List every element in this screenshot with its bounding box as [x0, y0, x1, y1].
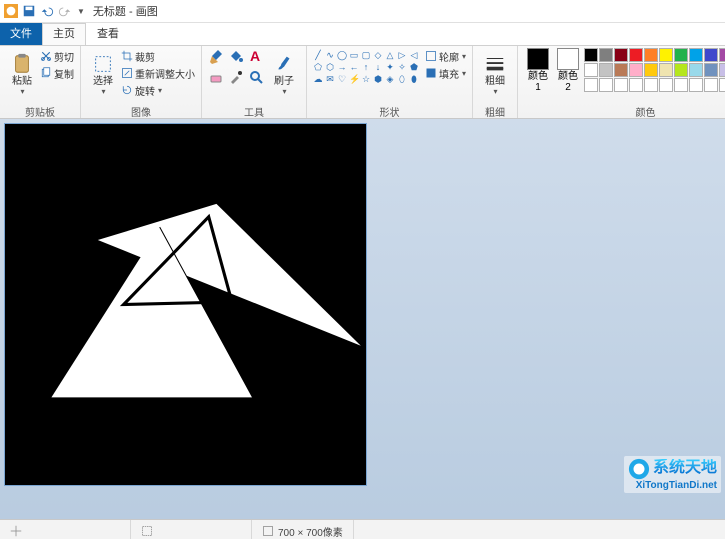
- status-bar: 700 × 700像素: [0, 519, 725, 539]
- tab-home[interactable]: 主页: [42, 23, 86, 45]
- status-canvas-size: 700 × 700像素: [252, 520, 354, 539]
- picker-tool-icon[interactable]: [228, 69, 246, 88]
- color-swatch[interactable]: [629, 63, 643, 77]
- drawing-canvas[interactable]: [4, 123, 367, 486]
- app-icon: [4, 4, 18, 18]
- paste-button[interactable]: 粘贴▾: [6, 48, 38, 102]
- undo-icon[interactable]: [40, 4, 54, 18]
- color-swatch[interactable]: [674, 78, 688, 92]
- status-cursor-pos: [0, 520, 131, 539]
- color-swatch[interactable]: [689, 78, 703, 92]
- color-swatch[interactable]: [719, 63, 725, 77]
- color-swatch[interactable]: [644, 78, 658, 92]
- color-swatch[interactable]: [644, 63, 658, 77]
- color-swatch[interactable]: [659, 63, 673, 77]
- color-swatch[interactable]: [689, 63, 703, 77]
- ribbon-tabs: 文件 主页 查看: [0, 23, 725, 46]
- group-label-colors: 颜色: [524, 104, 725, 116]
- canvas-area: 系统天地 XiTongTianDi.net: [0, 119, 725, 519]
- group-image: 选择▾ 裁剪 重新调整大小 旋转▾ 图像: [81, 46, 202, 118]
- shape-fill-button[interactable]: 填充▾: [425, 65, 466, 81]
- status-selection-size: [131, 520, 252, 539]
- color-swatch[interactable]: [644, 48, 658, 62]
- color-swatch[interactable]: [659, 78, 673, 92]
- shape-outline-button[interactable]: 轮廓▾: [425, 48, 466, 64]
- color-swatch[interactable]: [629, 48, 643, 62]
- color-swatch[interactable]: [704, 63, 718, 77]
- watermark: 系统天地 XiTongTianDi.net: [624, 456, 721, 493]
- color-swatch[interactable]: [704, 48, 718, 62]
- tab-file[interactable]: 文件: [0, 23, 42, 45]
- cut-button[interactable]: 剪切: [40, 48, 74, 64]
- thickness-button[interactable]: 粗细▾: [479, 48, 511, 102]
- ribbon: 粘贴▾ 剪切 复制 剪贴板 选择▾ 裁剪 重新调整大小 旋转▾ 图像: [0, 46, 725, 119]
- color-swatch[interactable]: [614, 63, 628, 77]
- color-swatch[interactable]: [584, 48, 598, 62]
- palette-row-2[interactable]: [584, 63, 725, 77]
- redo-icon[interactable]: [58, 4, 72, 18]
- group-label-shapes: 形状: [313, 104, 466, 116]
- group-thickness: 粗细▾ 粗细: [473, 46, 518, 118]
- color-swatch[interactable]: [614, 48, 628, 62]
- color-swatch[interactable]: [689, 48, 703, 62]
- group-label-clipboard: 剪贴板: [6, 104, 74, 116]
- color-swatch[interactable]: [719, 78, 725, 92]
- color1-button[interactable]: 颜色 1: [524, 48, 552, 93]
- palette-row-3[interactable]: [584, 78, 725, 92]
- color-swatch[interactable]: [629, 78, 643, 92]
- color2-button[interactable]: 颜色 2: [554, 48, 582, 93]
- color-swatch[interactable]: [659, 48, 673, 62]
- color-swatch[interactable]: [704, 78, 718, 92]
- color-swatch[interactable]: [584, 78, 598, 92]
- crop-button[interactable]: 裁剪: [121, 48, 195, 64]
- copy-button[interactable]: 复制: [40, 65, 74, 81]
- color-swatch[interactable]: [674, 48, 688, 62]
- window-title: 无标题 - 画图: [93, 3, 158, 19]
- svg-text:A: A: [250, 48, 260, 64]
- magnifier-tool-icon[interactable]: [248, 69, 266, 88]
- rotate-button[interactable]: 旋转▾: [121, 82, 195, 98]
- group-clipboard: 粘贴▾ 剪切 复制 剪贴板: [0, 46, 81, 118]
- color-swatch[interactable]: [599, 78, 613, 92]
- group-label-tools: 工具: [208, 104, 300, 116]
- palette-row-1[interactable]: [584, 48, 725, 62]
- group-shapes: ╱∿◯▭▢◇△▷◁ ⬠⬡→←↑↓✦✧⬟ ☁✉♡⚡☆⬢◈⬯⬮ 轮廓▾ 填充▾ 形状: [307, 46, 473, 118]
- tab-view[interactable]: 查看: [86, 23, 130, 45]
- eraser-tool-icon[interactable]: [208, 69, 226, 88]
- color-swatch[interactable]: [584, 63, 598, 77]
- resize-button[interactable]: 重新调整大小: [121, 65, 195, 81]
- group-label-thickness: 粗细: [479, 104, 511, 116]
- qat-dropdown-icon[interactable]: ▼: [77, 7, 85, 16]
- title-bar: ▼ 无标题 - 画图: [0, 0, 725, 23]
- group-label-image: 图像: [87, 104, 195, 116]
- pencil-tool-icon[interactable]: [208, 48, 226, 67]
- color-swatch[interactable]: [719, 48, 725, 62]
- color-swatch[interactable]: [674, 63, 688, 77]
- color-swatch[interactable]: [599, 63, 613, 77]
- group-colors: 颜色 1 颜色 2 编辑颜色 颜色: [518, 46, 725, 118]
- select-button[interactable]: 选择▾: [87, 48, 119, 102]
- group-tools: A 刷子▾ 工具: [202, 46, 307, 118]
- brush-button[interactable]: 刷子▾: [268, 48, 300, 102]
- text-tool-icon[interactable]: A: [248, 48, 266, 67]
- color-swatch[interactable]: [614, 78, 628, 92]
- color-swatch[interactable]: [599, 48, 613, 62]
- fill-tool-icon[interactable]: [228, 48, 246, 67]
- shape-gallery[interactable]: ╱∿◯▭▢◇△▷◁ ⬠⬡→←↑↓✦✧⬟ ☁✉♡⚡☆⬢◈⬯⬮: [313, 48, 419, 84]
- save-icon[interactable]: [22, 4, 36, 18]
